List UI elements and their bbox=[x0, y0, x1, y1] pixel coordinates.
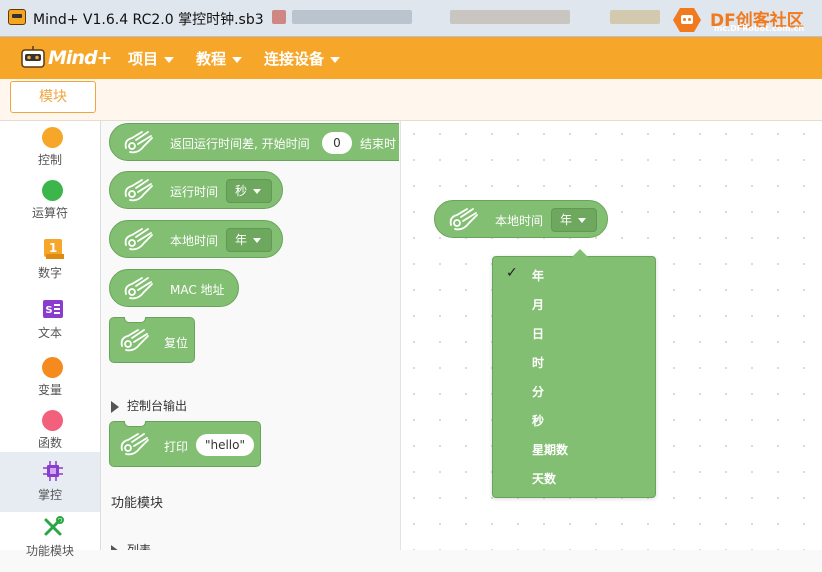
block-reset[interactable]: 复位 bbox=[109, 317, 195, 363]
dropdown-option-weekday[interactable]: 星期数 bbox=[493, 434, 655, 463]
editor-tab-row: 模块 bbox=[0, 79, 822, 121]
handpy-block-icon bbox=[120, 433, 149, 456]
handpy-block-icon bbox=[124, 228, 153, 251]
handpy-block-icon bbox=[124, 131, 153, 154]
browser-tab-blur bbox=[450, 10, 570, 24]
svg-text:S: S bbox=[45, 305, 52, 316]
menu-project[interactable]: 项目 bbox=[128, 48, 175, 69]
start-time-input[interactable]: 0 bbox=[322, 132, 352, 154]
operators-category-dot-icon bbox=[42, 180, 63, 201]
control-category-dot-icon bbox=[42, 127, 63, 148]
checkmark-icon: ✓ bbox=[506, 265, 518, 281]
handpy-block-icon bbox=[124, 179, 153, 202]
mindplus-logo-text: Mind+ bbox=[48, 47, 112, 69]
section-title-function-modules: 功能模块 bbox=[111, 496, 164, 511]
category-function-modules[interactable]: 功能模块 bbox=[0, 512, 100, 572]
category-variables[interactable]: 变量 bbox=[0, 351, 100, 411]
dropdown-option-hour[interactable]: 时 bbox=[493, 347, 655, 376]
chevron-down-icon bbox=[164, 56, 175, 63]
runtime-unit-dropdown[interactable]: 秒 bbox=[226, 179, 272, 203]
category-text[interactable]: S 文本 bbox=[0, 294, 100, 354]
category-operators[interactable]: 运算符 bbox=[0, 174, 100, 234]
block-flyout: 返回运行时间差, 开始时间 0 结束时 运行时间 秒 本地时间 年 MAC 地址… bbox=[101, 121, 399, 550]
workspace-block-local-time[interactable]: 本地时间 年 bbox=[434, 200, 608, 238]
dropdown-option-day-count[interactable]: 天数 bbox=[493, 463, 655, 492]
window-titlebar: Mind+ V1.6.4 RC2.0 掌控时钟.sb3 DF创客社区 mc.DF… bbox=[0, 0, 822, 37]
browser-tab-blur bbox=[610, 10, 660, 24]
menu-tutorial[interactable]: 教程 bbox=[196, 48, 243, 69]
category-control[interactable]: 控制 bbox=[0, 121, 100, 181]
handpy-block-icon bbox=[124, 277, 153, 300]
section-list[interactable]: 列表 bbox=[111, 541, 151, 550]
dropdown-option-minute[interactable]: 分 bbox=[493, 376, 655, 405]
menu-connect-device[interactable]: 连接设备 bbox=[264, 48, 341, 69]
category-numbers[interactable]: 1 数字 bbox=[0, 234, 100, 294]
tab-blocks[interactable]: 模块 bbox=[10, 81, 96, 113]
section-console-output[interactable]: 控制台输出 bbox=[111, 397, 187, 414]
svg-text:1: 1 bbox=[49, 241, 57, 255]
handpy-block-icon bbox=[449, 208, 478, 231]
print-text-input[interactable]: "hello" bbox=[196, 434, 254, 456]
expand-arrow-icon bbox=[111, 400, 119, 413]
category-handpy[interactable]: 掌控 bbox=[0, 452, 100, 512]
tools-icon bbox=[44, 516, 64, 536]
category-menu: 控制 运算符 1 数字 S 文本 变量 函数 掌控 功能模块 bbox=[0, 121, 101, 558]
chevron-down-icon bbox=[253, 238, 262, 243]
variables-category-dot-icon bbox=[42, 357, 63, 378]
dfrobot-logo: DF创客社区 mc.DFRobot.com.cn bbox=[670, 2, 820, 36]
functions-category-dot-icon bbox=[42, 410, 63, 431]
workspace-local-time-unit-dropdown[interactable]: 年 bbox=[551, 208, 597, 232]
block-print[interactable]: 打印 "hello" bbox=[109, 421, 261, 467]
mindplus-logo: Mind+ bbox=[20, 43, 112, 73]
local-time-unit-dropdown[interactable]: 年 bbox=[226, 228, 272, 252]
window-title: Mind+ V1.6.4 RC2.0 掌控时钟.sb3 bbox=[33, 12, 264, 28]
browser-tab-blur bbox=[272, 10, 286, 24]
handpy-block-icon bbox=[120, 329, 149, 352]
chevron-down-icon bbox=[232, 56, 243, 63]
expand-arrow-icon bbox=[111, 544, 119, 550]
text-block-icon: S bbox=[43, 300, 63, 318]
robot-logo-icon bbox=[21, 46, 45, 68]
chip-icon bbox=[43, 461, 63, 481]
dfrobot-logo-url: mc.DFRobot.com.cn bbox=[714, 24, 805, 33]
browser-tab-blur bbox=[292, 10, 412, 24]
dropdown-option-month[interactable]: 月 bbox=[493, 289, 655, 318]
block-mac-address[interactable]: MAC 地址 bbox=[109, 269, 239, 307]
dfrobot-hex-icon bbox=[673, 8, 701, 32]
block-elapsed-time[interactable]: 返回运行时间差, 开始时间 0 结束时 bbox=[109, 123, 399, 161]
chevron-down-icon bbox=[578, 218, 587, 223]
chevron-down-icon bbox=[330, 56, 341, 63]
number-block-icon: 1 bbox=[44, 239, 64, 259]
block-runtime[interactable]: 运行时间 秒 bbox=[109, 171, 283, 209]
app-icon bbox=[8, 9, 26, 25]
chevron-down-icon bbox=[253, 189, 262, 194]
block-local-time[interactable]: 本地时间 年 bbox=[109, 220, 283, 258]
dropdown-option-second[interactable]: 秒 bbox=[493, 405, 655, 434]
menubar: Mind+ 项目 教程 连接设备 bbox=[0, 37, 822, 79]
time-unit-dropdown-menu: ✓ 年 月 日 时 分 秒 星期数 天数 bbox=[492, 249, 656, 498]
dropdown-option-year[interactable]: ✓ 年 bbox=[493, 260, 655, 289]
dropdown-option-day[interactable]: 日 bbox=[493, 318, 655, 347]
